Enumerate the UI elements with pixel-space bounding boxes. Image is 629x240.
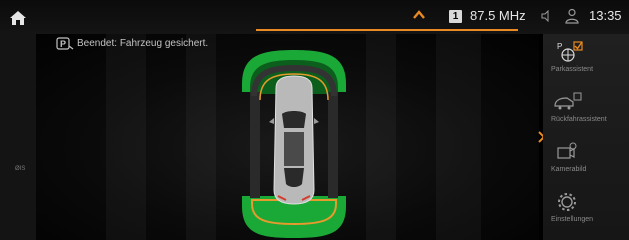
side-sensor-left: [250, 92, 260, 198]
option-parkassistent[interactable]: P Parkassistent: [543, 38, 629, 88]
park-assist-icon: P: [557, 41, 583, 62]
volume-icon[interactable]: [540, 10, 552, 22]
option-label: Einstellungen: [551, 216, 594, 223]
floor-stripe: [186, 34, 216, 240]
svg-text:P: P: [60, 39, 66, 49]
radio-preset-badge: 1: [449, 10, 462, 23]
svg-text:P: P: [557, 42, 562, 51]
option-kamerabild[interactable]: Kamerabild: [543, 138, 629, 188]
left-strip-label: ØIS: [15, 166, 26, 172]
parking-options-panel: P Parkassistent Rückfahrassistent Kamera…: [543, 34, 629, 240]
parking-status-message: Beendet: Fahrzeug gesichert.: [77, 38, 209, 49]
option-rueckfahrassistent[interactable]: Rückfahrassistent: [543, 88, 629, 138]
floor-stripe: [366, 34, 396, 240]
parking-view: P Beendet: Fahrzeug gesichert.: [36, 34, 539, 240]
radio-frequency[interactable]: 87.5 MHz: [470, 8, 526, 23]
status-accent-line: [256, 29, 518, 31]
left-strip: ØIS: [0, 34, 36, 240]
option-label: Parkassistent: [551, 66, 594, 73]
status-bar: 1 87.5 MHz 13:35: [0, 0, 629, 34]
option-label: Kamerabild: [551, 166, 587, 173]
floor-stripe: [436, 34, 481, 240]
idrive-parking-screen: 1 87.5 MHz 13:35 ØIS P Beendet: Fahrzeug…: [0, 0, 629, 240]
park-distance-graphic: [242, 50, 346, 238]
camera-icon: [557, 142, 577, 159]
reverse-assist-icon: [554, 92, 582, 110]
home-icon[interactable]: [7, 8, 29, 28]
floor-stripe: [106, 34, 146, 240]
vehicle-topview: [269, 75, 319, 205]
user-icon[interactable]: [565, 8, 579, 24]
option-label: Rückfahrassistent: [551, 116, 607, 123]
option-einstellungen[interactable]: Einstellungen: [543, 188, 629, 238]
clock: 13:35: [589, 8, 622, 23]
settings-gear-icon: [558, 193, 576, 211]
chevron-up-icon[interactable]: [412, 8, 426, 22]
side-sensor-right: [328, 92, 338, 198]
parking-p-icon: P: [56, 37, 74, 50]
